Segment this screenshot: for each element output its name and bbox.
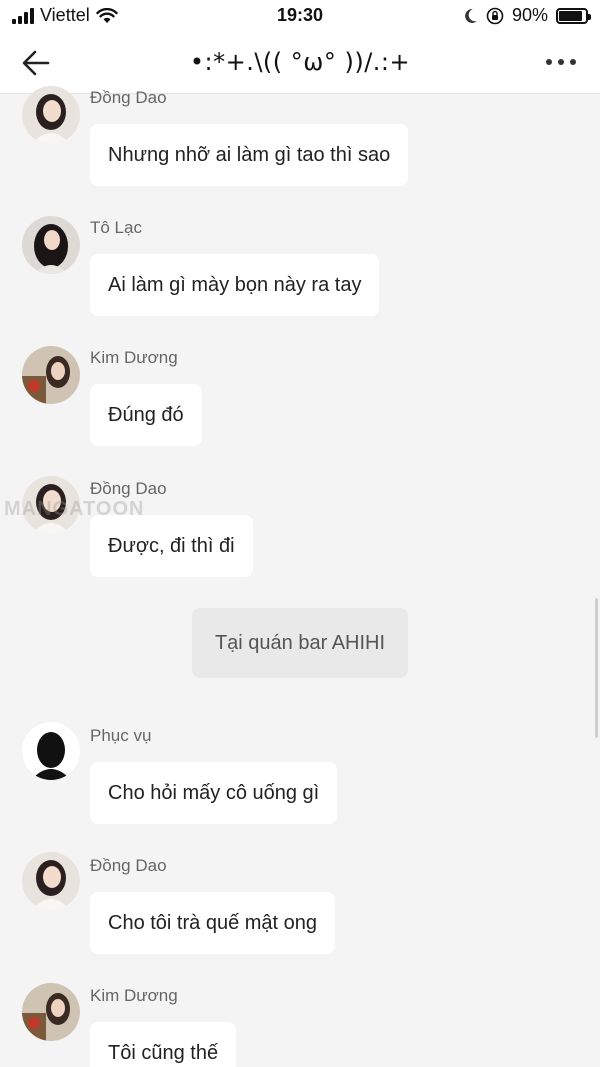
status-right: 90% <box>464 5 591 26</box>
sender-name: Đồng Dao <box>90 479 167 498</box>
sender-name: Đồng Dao <box>90 88 167 107</box>
sender-name: Tô Lạc <box>90 218 142 237</box>
more-horizontal-icon <box>546 59 552 65</box>
orientation-lock-icon <box>486 7 504 24</box>
avatar-dong-dao[interactable] <box>22 86 80 144</box>
sender-name: Kim Dương <box>90 986 178 1005</box>
message-bubble[interactable]: Cho tôi trà quế mật ong <box>90 892 336 954</box>
moon-icon <box>465 8 477 23</box>
message-bubble[interactable]: Ai làm gì mày bọn này ra tay <box>90 254 380 316</box>
scrollbar[interactable] <box>595 598 598 738</box>
message-bubble[interactable]: Được, đi thì đi <box>90 515 253 577</box>
avatar-to-lac[interactable] <box>22 216 80 274</box>
sender-name: Kim Dương <box>90 348 178 367</box>
more-button[interactable] <box>546 52 576 72</box>
message-bubble[interactable]: Nhưng nhỡ ai làm gì tao thì sao <box>90 124 409 186</box>
battery-percent: 90% <box>511 5 548 25</box>
message-bubble[interactable]: Đúng đó <box>90 384 202 446</box>
battery-fill <box>559 10 583 21</box>
battery-icon <box>556 7 591 24</box>
chat-header: •:*+.\(( °ω° ))/.:+ <box>0 32 600 94</box>
chat-title: •:*+.\(( °ω° ))/.:+ <box>189 48 411 76</box>
sender-name: Đồng Dao <box>90 856 167 875</box>
narration-bubble[interactable]: Tại quán bar AHIHI <box>192 608 408 678</box>
sender-name: Phục vụ <box>90 726 152 745</box>
status-bar: Viettel 19:30 90% <box>0 0 600 32</box>
avatar-phuc-vu[interactable] <box>22 722 80 780</box>
avatar-dong-dao[interactable] <box>22 852 80 910</box>
avatar-kim-duong[interactable] <box>22 983 80 1041</box>
watermark: MANGATOON <box>4 498 145 520</box>
message-bubble[interactable]: Tôi cũng thế <box>90 1022 237 1067</box>
message-bubble[interactable]: Cho hỏi mấy cô uống gì <box>90 762 338 824</box>
avatar-kim-duong[interactable] <box>22 346 80 404</box>
